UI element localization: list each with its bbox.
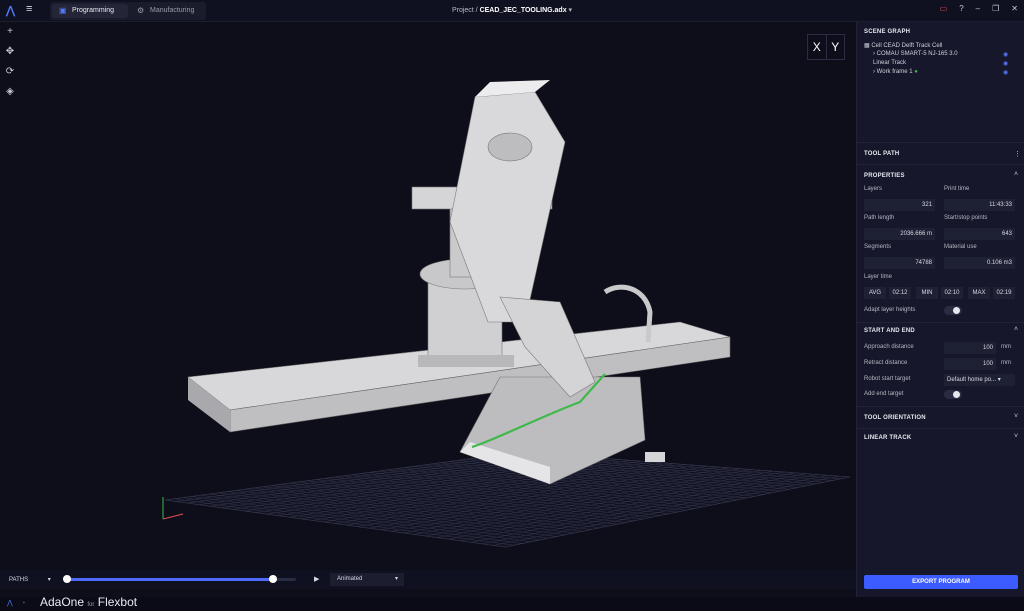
print-time-value: 11:43:33: [944, 199, 1015, 211]
max-value: 02:19: [993, 287, 1015, 299]
material-label: Material use: [944, 244, 977, 250]
path-length-value: 2036.666 m: [864, 228, 935, 240]
project-title[interactable]: Project / CEAD_JEC_TOOLING.adx ▾: [0, 6, 1024, 14]
adapt-layer-label: Adapt layer heights: [864, 307, 916, 313]
brand-mark-icon: ▪: [23, 600, 25, 606]
scene-item-cell[interactable]: ▦ Cell CEAD Delft Track Cell: [864, 42, 942, 49]
properties-heading: PROPERTIES: [864, 173, 905, 179]
left-toolbar: + ✥ ⟳ ◈: [0, 22, 20, 102]
retract-unit: mm: [1001, 360, 1011, 366]
play-icon[interactable]: ▶: [314, 575, 319, 583]
chevron-up-icon[interactable]: ˄: [1014, 171, 1018, 178]
progress-fill: [66, 578, 273, 581]
startstop-value: 643: [944, 228, 1015, 240]
max-label: MAX: [968, 287, 990, 299]
min-label: MIN: [916, 287, 938, 299]
monitor-icon[interactable]: ▭: [940, 4, 948, 13]
min-value: 02:10: [941, 287, 963, 299]
path-length-label: Path length: [864, 215, 895, 221]
segments-label: Segments: [864, 244, 892, 250]
avg-label: AVG: [864, 287, 886, 299]
startstop-label: Start/stop points: [944, 215, 988, 221]
slider-handle[interactable]: [269, 575, 277, 583]
material-value: 0.106 m3: [944, 257, 1015, 269]
retract-input[interactable]: 100: [944, 358, 996, 370]
robot-start-select[interactable]: Default home po... ▾: [944, 374, 1015, 386]
approach-input[interactable]: 100: [944, 342, 996, 354]
retract-label: Retract distance: [864, 360, 908, 366]
logo-icon: ⋀: [7, 600, 13, 607]
maximize-icon[interactable]: ❐: [992, 4, 999, 13]
robot-cell-scene: [162, 80, 851, 548]
visibility-icon[interactable]: ◉: [1003, 51, 1008, 58]
segments-value: 74788: [864, 257, 935, 269]
close-icon[interactable]: ✕: [1011, 4, 1018, 13]
add-end-toggle[interactable]: [944, 390, 962, 399]
linear-track-heading[interactable]: LINEAR TRACK: [864, 435, 911, 441]
top-bar: ⋀ ≡ ▣ Programming ⚙ Manufacturing Project …: [0, 0, 1024, 22]
paths-select[interactable]: PATHS ▾: [9, 576, 51, 583]
animation-mode-select[interactable]: Animated ▾: [330, 573, 404, 586]
export-program-button[interactable]: EXPORT PROGRAM: [864, 575, 1018, 589]
scene-item-workframe[interactable]: › Work frame 1 ●: [873, 69, 918, 75]
visibility-icon[interactable]: ◉: [1003, 69, 1008, 76]
adapt-layer-toggle[interactable]: [944, 306, 962, 315]
layers-value: 321: [864, 199, 935, 211]
avg-value: 02:12: [889, 287, 911, 299]
minimize-icon[interactable]: –: [976, 4, 980, 13]
tool-orientation-heading[interactable]: TOOL ORIENTATION: [864, 415, 926, 421]
brand-name: AdaOne for Flexbot: [40, 595, 138, 609]
add-end-label: Add end target: [864, 391, 904, 397]
layers-tool-icon[interactable]: ◈: [0, 82, 20, 102]
approach-unit: mm: [1001, 344, 1011, 350]
rotate-icon[interactable]: ⟳: [0, 62, 20, 82]
progress-slider[interactable]: [63, 575, 296, 583]
layers-label: Layers: [864, 186, 883, 192]
scene-item-track[interactable]: Linear Track: [873, 60, 906, 66]
move-icon[interactable]: ✥: [0, 42, 20, 62]
help-icon[interactable]: ?: [959, 4, 963, 13]
more-icon[interactable]: ⋮: [1014, 150, 1021, 158]
chevron-up-icon[interactable]: ˄: [1014, 326, 1018, 333]
view-cube[interactable]: XY: [807, 34, 845, 60]
playback-bar: PATHS ▾ ▶ Animated ▾: [0, 570, 856, 589]
scene-graph-heading: SCENE GRAPH: [864, 29, 911, 35]
start-end-heading: START AND END: [864, 328, 915, 334]
window-controls: ▭ ? – ❐ ✕: [940, 4, 1018, 13]
tool-path-heading: TOOL PATH: [864, 151, 900, 157]
robot-start-label: Robot start target: [864, 376, 911, 382]
scene-item-robot[interactable]: › COMAU SMART-5 NJ-165 3.0: [873, 51, 958, 57]
chevron-down-icon[interactable]: ˅: [1014, 413, 1018, 420]
footer: ⋀ ▪ AdaOne for Flexbot: [0, 595, 1024, 611]
right-panel: SCENE GRAPH ▦ Cell CEAD Delft Track Cell…: [856, 22, 1024, 597]
print-time-label: Print time: [944, 186, 970, 192]
3d-viewport[interactable]: XY: [20, 22, 856, 570]
slider-start-handle[interactable]: [63, 575, 71, 583]
approach-label: Approach distance: [864, 344, 914, 350]
add-icon[interactable]: +: [0, 22, 20, 42]
visibility-icon[interactable]: ◉: [1003, 60, 1008, 67]
chevron-down-icon[interactable]: ˅: [1014, 433, 1018, 440]
layer-time-label: Layer time: [864, 274, 893, 280]
